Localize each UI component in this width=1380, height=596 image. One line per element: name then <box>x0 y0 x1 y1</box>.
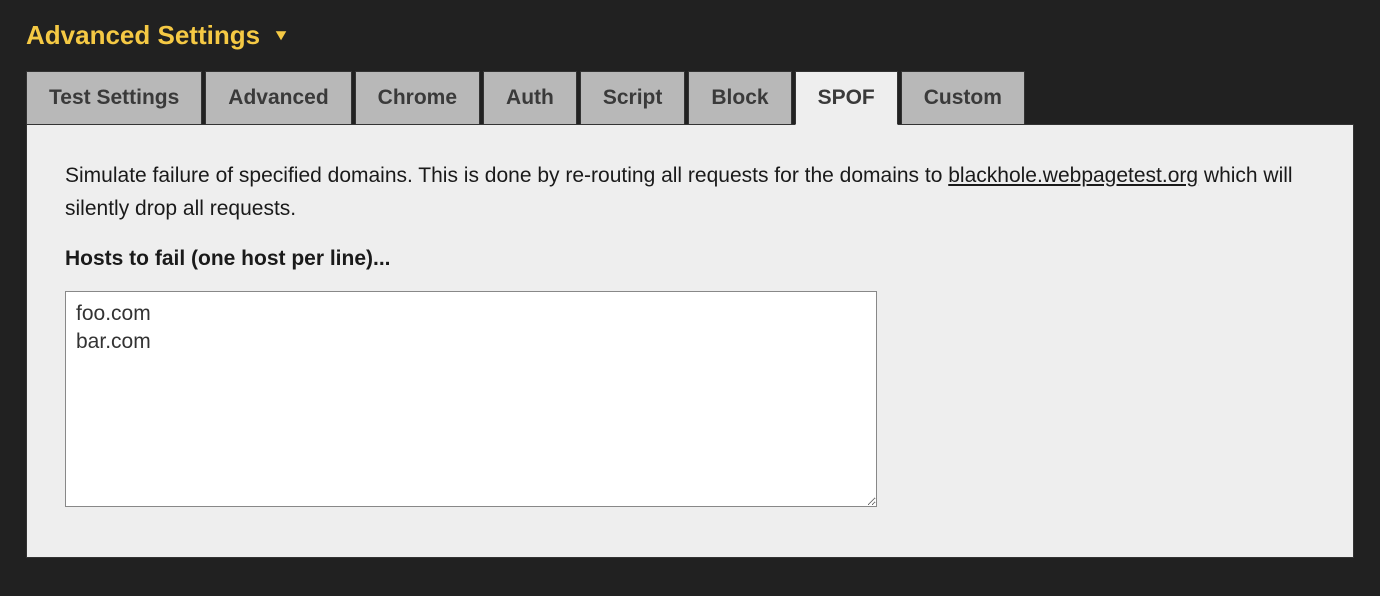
tab-block[interactable]: Block <box>688 71 791 125</box>
spof-panel: Simulate failure of specified domains. T… <box>26 124 1354 558</box>
hosts-to-fail-input[interactable] <box>65 291 877 507</box>
tab-advanced[interactable]: Advanced <box>205 71 351 125</box>
chevron-down-icon: ▼ <box>272 27 290 45</box>
tab-test-settings[interactable]: Test Settings <box>26 71 202 125</box>
tab-script[interactable]: Script <box>580 71 686 125</box>
advanced-settings-toggle[interactable]: Advanced Settings ▼ <box>26 20 1354 51</box>
tab-chrome[interactable]: Chrome <box>355 71 480 125</box>
tab-auth[interactable]: Auth <box>483 71 577 125</box>
description-text-pre: Simulate failure of specified domains. T… <box>65 164 948 187</box>
spof-description: Simulate failure of specified domains. T… <box>65 160 1315 225</box>
settings-tabs: Test Settings Advanced Chrome Auth Scrip… <box>26 71 1354 125</box>
advanced-settings-title: Advanced Settings <box>26 20 260 51</box>
tab-spof[interactable]: SPOF <box>795 71 898 125</box>
hosts-label: Hosts to fail (one host per line)... <box>65 247 1315 271</box>
tab-custom[interactable]: Custom <box>901 71 1025 125</box>
blackhole-link[interactable]: blackhole.webpagetest.org <box>948 164 1198 187</box>
